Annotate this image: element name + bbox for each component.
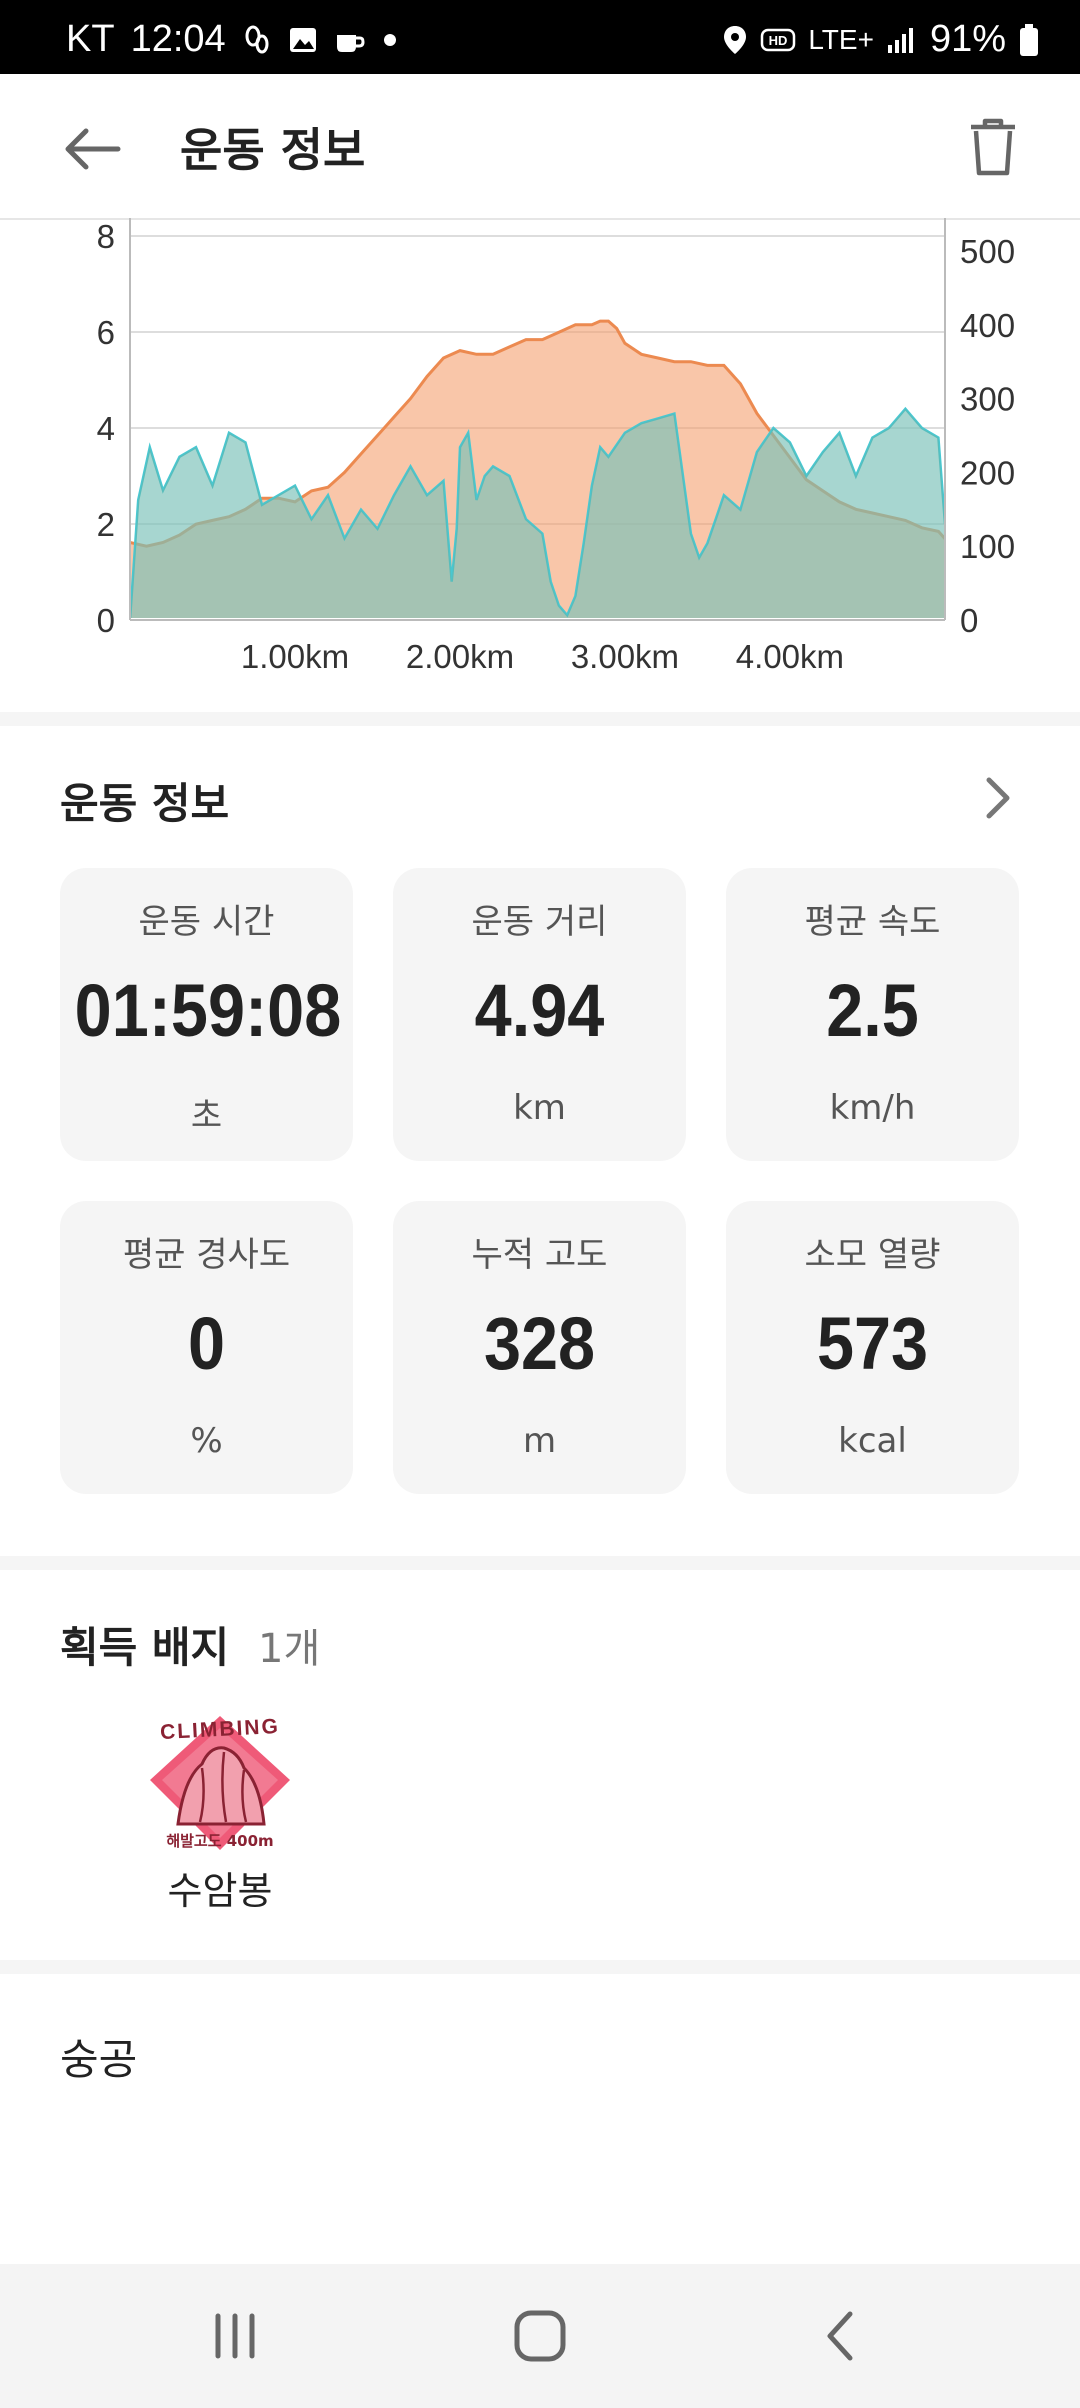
stat-unit: % <box>190 1421 223 1461</box>
badge-bottom-text: 해발고도 400m <box>166 1832 274 1850</box>
chart-svg: 0 2 4 6 8 0 100 200 300 400 500 1.00km 2.00km 3.00km 4… <box>97 218 1015 675</box>
badges-section-title: 획득 배지 <box>60 1623 230 1672</box>
back-icon <box>827 2311 853 2361</box>
y-left-tick-label: 2 <box>97 506 115 543</box>
stat-label: 평균 속도 <box>804 902 941 942</box>
stat-card-total-ascent: 누적 고도 328 m <box>393 1201 686 1494</box>
badge-count: 1개 <box>258 1626 321 1672</box>
arrow-left-icon <box>65 128 121 170</box>
x-tick-label: 3.00km <box>571 638 679 675</box>
y-left-tick-label: 0 <box>97 602 115 639</box>
stat-value: 328 <box>483 1302 596 1385</box>
stat-value: 01:59:08 <box>74 969 342 1052</box>
stat-unit: 초 <box>190 1096 223 1136</box>
delete-button[interactable] <box>958 112 1028 182</box>
stat-card-distance: 운동 거리 4.94 km <box>393 868 686 1161</box>
stat-label: 운동 시간 <box>138 902 275 942</box>
stat-card-calories: 소모 열량 573 kcal <box>726 1201 1019 1494</box>
status-left: KT 12:04 <box>66 18 398 61</box>
y-left-tick-label: 6 <box>97 314 115 351</box>
home-button[interactable] <box>500 2304 580 2368</box>
y-right-tick-label: 0 <box>960 602 978 639</box>
signal-icon <box>886 25 918 55</box>
status-bar: KT 12:04 HD LTE+ 91% <box>0 0 1080 74</box>
stat-value: 573 <box>816 1302 929 1385</box>
x-tick-label: 1.00km <box>241 638 349 675</box>
elevation-speed-chart: 0 2 4 6 8 0 100 200 300 400 500 1.00km 2.00km 3.00km 4… <box>0 218 1080 708</box>
app-bar: 운동 정보 <box>0 74 1080 220</box>
stat-unit: km <box>513 1088 566 1128</box>
system-nav-bar <box>0 2264 1080 2408</box>
y-right-tick-label: 100 <box>960 528 1015 565</box>
y-left-tick-label: 4 <box>97 410 115 447</box>
stat-value: 2.5 <box>826 969 919 1052</box>
stat-card-duration: 운동 시간 01:59:08 초 <box>60 868 353 1161</box>
svg-text:HD: HD <box>769 33 788 48</box>
stat-label: 평균 경사도 <box>122 1235 291 1275</box>
carrier-label: KT <box>66 18 115 60</box>
footprint-icon <box>242 25 272 55</box>
network-label: LTE+ <box>808 23 874 55</box>
image-icon <box>288 25 318 55</box>
stat-card-avg-speed: 평균 속도 2.5 km/h <box>726 868 1019 1161</box>
stat-unit: kcal <box>838 1421 907 1461</box>
back-button[interactable] <box>62 114 142 184</box>
y-right-tick-label: 300 <box>960 381 1015 418</box>
stat-card-avg-slope: 평균 경사도 0 % <box>60 1201 353 1494</box>
badge-name: 수암봉 <box>167 1869 273 1913</box>
y-right-tick-label: 400 <box>960 307 1015 344</box>
y-left-tick-label: 8 <box>97 218 115 255</box>
nav-back-button[interactable] <box>800 2304 880 2368</box>
chevron-right-icon <box>986 777 1010 819</box>
section-divider <box>0 712 1080 726</box>
recent-apps-icon <box>215 2313 255 2359</box>
summary-section-title: 운동 정보 <box>60 779 230 828</box>
battery-label: 91% <box>929 18 1006 60</box>
battery-icon <box>1018 23 1040 57</box>
stat-value: 4.94 <box>474 969 605 1052</box>
page-title: 운동 정보 <box>180 123 366 177</box>
section-divider <box>0 1556 1080 1570</box>
dot-icon <box>382 32 398 48</box>
status-right: HD LTE+ 91% <box>722 18 1040 61</box>
stat-label: 누적 고도 <box>471 1235 608 1275</box>
location-icon <box>722 24 748 56</box>
hd-icon: HD <box>760 25 796 55</box>
section-divider <box>0 1960 1080 1974</box>
stat-label: 운동 거리 <box>471 902 608 942</box>
stat-unit: km/h <box>829 1088 916 1128</box>
y-right-tick-label: 200 <box>960 454 1015 491</box>
y-right-tick-label: 500 <box>960 233 1015 270</box>
summary-detail-button[interactable] <box>968 768 1028 828</box>
stat-label: 소모 열량 <box>804 1235 941 1275</box>
coffee-icon <box>334 25 366 55</box>
x-tick-label: 4.00km <box>736 638 844 675</box>
x-tick-label: 2.00km <box>406 638 514 675</box>
climbing-badge-icon[interactable]: CLIMBING 해발고도 400m <box>140 1708 300 1862</box>
clock: 12:04 <box>130 18 226 60</box>
memo-text[interactable]: 숭공 <box>60 2026 137 2087</box>
home-icon <box>514 2310 566 2362</box>
stat-value: 0 <box>187 1302 226 1385</box>
recent-apps-button[interactable] <box>195 2304 275 2368</box>
stat-unit: m <box>522 1421 557 1461</box>
trash-icon <box>971 118 1015 176</box>
